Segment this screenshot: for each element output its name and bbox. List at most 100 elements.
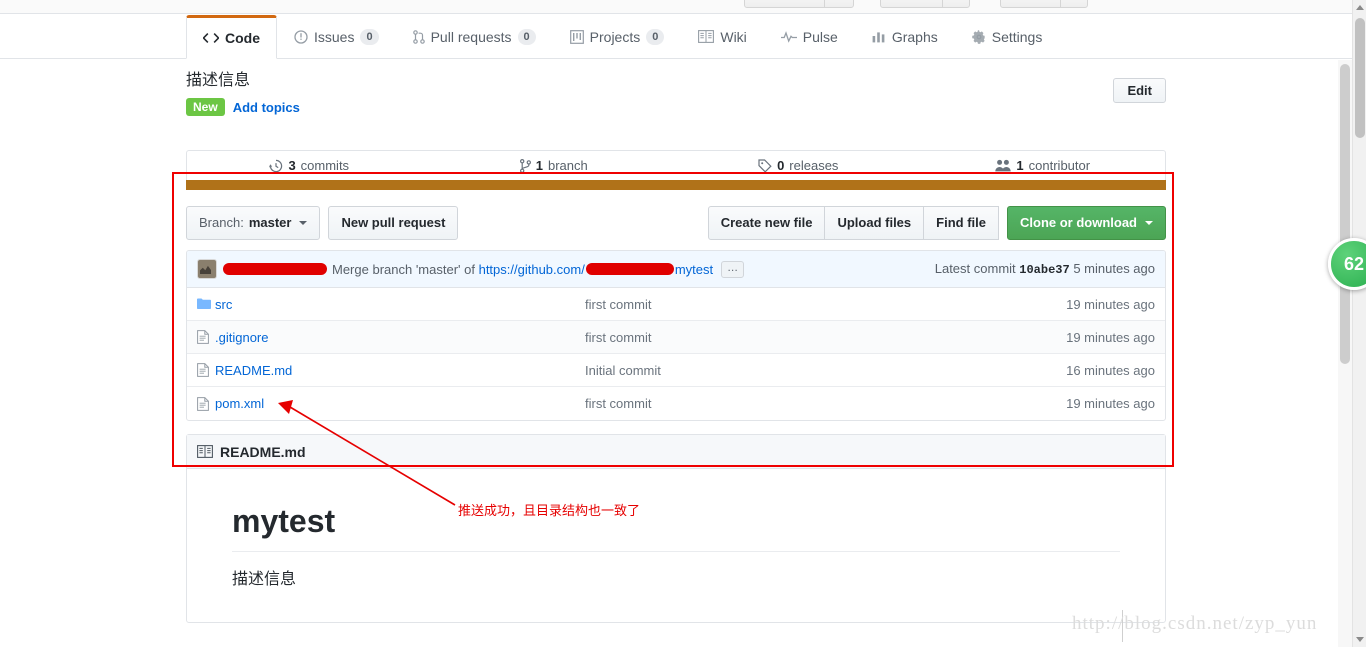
file-name[interactable]: .gitignore [215, 330, 585, 345]
inner-scrollbar[interactable] [1338, 60, 1352, 647]
file-directory-icon [197, 298, 215, 310]
language-segment-java[interactable] [186, 180, 1166, 190]
add-topics-link[interactable]: Add topics [233, 100, 300, 115]
latest-commit-prefix: Latest commit [934, 261, 1016, 276]
tab-wiki[interactable]: Wiki [681, 14, 763, 58]
new-pull-request-button[interactable]: New pull request [328, 206, 459, 240]
find-file-button[interactable]: Find file [923, 206, 999, 240]
upload-files-button[interactable]: Upload files [824, 206, 925, 240]
tab-settings[interactable]: Settings [955, 14, 1060, 58]
repo-nav: Code Issues 0 Pull requests 0 Projects 0… [0, 14, 1352, 59]
tab-graphs-label: Graphs [891, 28, 938, 45]
latest-commit-row: Merge branch 'master' of https://github.… [187, 251, 1165, 288]
topics-row: New Add topics [186, 98, 1166, 116]
repo-meta-container: 描述信息 New Add topics Edit [186, 70, 1166, 116]
tab-pull-requests[interactable]: Pull requests 0 [396, 14, 553, 58]
commit-author-redacted [223, 262, 327, 277]
table-row[interactable]: README.md Initial commit 16 minutes ago [187, 354, 1165, 387]
stat-commits-label: commits [300, 158, 350, 173]
tab-pulse[interactable]: Pulse [764, 14, 855, 58]
watch-button-partial[interactable] [744, 0, 854, 8]
tab-projects[interactable]: Projects 0 [553, 14, 682, 58]
browser-scrollbar-thumb[interactable] [1355, 18, 1365, 138]
readme-header-label: README.md [220, 443, 306, 460]
file-name[interactable]: src [215, 297, 585, 312]
toolbar-right-group: Create new file Upload files Find file C… [707, 206, 1166, 240]
inner-scrollbar-thumb[interactable] [1340, 64, 1350, 364]
scroll-down-arrow-icon[interactable] [1356, 637, 1364, 642]
stat-contributors[interactable]: 1 contributor [921, 151, 1166, 180]
issue-opened-icon [294, 29, 308, 44]
stat-contributors-count: 1 [1016, 158, 1024, 173]
book-icon [197, 445, 213, 458]
commit-message-link[interactable]: https://github.com/ [479, 262, 585, 277]
commit-message-suffix[interactable]: mytest [675, 262, 713, 277]
file-age: 19 minutes ago [1066, 329, 1155, 345]
latest-commit-age: 5 minutes ago [1073, 261, 1155, 276]
redaction-mark [223, 263, 327, 276]
code-icon [203, 31, 219, 45]
chevron-down-icon [299, 221, 308, 225]
gear-icon [971, 29, 986, 44]
tab-issues[interactable]: Issues 0 [277, 14, 396, 58]
commit-expand-button[interactable]: … [721, 260, 745, 278]
create-new-file-button[interactable]: Create new file [707, 206, 826, 240]
file-commit-message[interactable]: first commit [585, 297, 995, 312]
file-name[interactable]: pom.xml [215, 396, 585, 411]
stat-releases[interactable]: 0 releases [676, 151, 921, 180]
clone-or-download-label: Clone or download [1020, 215, 1137, 230]
tab-issues-label: Issues [314, 28, 355, 45]
file-commit-message[interactable]: first commit [585, 396, 995, 411]
fork-button-partial[interactable] [1000, 0, 1088, 8]
top-partial-button-strip [0, 0, 1352, 14]
chevron-down-icon [1145, 221, 1153, 225]
browser-scrollbar[interactable] [1352, 0, 1366, 647]
readme-panel: README.md mytest 描述信息 [186, 434, 1166, 623]
tab-pulse-label: Pulse [802, 28, 838, 45]
file-icon [197, 363, 215, 377]
file-icon [197, 330, 215, 344]
git-pull-request-icon [412, 29, 425, 44]
scroll-up-arrow-icon[interactable] [1356, 5, 1364, 10]
clone-or-download-button[interactable]: Clone or download [1007, 206, 1166, 240]
readme-body: mytest 描述信息 [187, 469, 1165, 622]
toolbar-left-group: Branch: master New pull request [186, 206, 459, 240]
branch-selector-button[interactable]: Branch: master [186, 206, 321, 240]
table-row[interactable]: .gitignore first commit 19 minutes ago [187, 321, 1165, 354]
floating-score-badge[interactable]: 62 [1328, 238, 1366, 290]
project-board-icon [569, 29, 584, 44]
table-row[interactable]: src first commit 19 minutes ago [187, 288, 1165, 321]
pulse-icon [780, 30, 797, 43]
file-commit-message[interactable]: Initial commit [585, 363, 995, 378]
file-name[interactable]: README.md [215, 363, 585, 378]
tab-issues-count: 0 [360, 28, 379, 45]
commit-message-prefix: Merge branch 'master' of [332, 261, 479, 277]
readme-title: mytest [232, 501, 1120, 552]
text-cursor [1122, 610, 1123, 642]
avatar[interactable] [197, 259, 217, 279]
branch-name-label: master [248, 215, 292, 230]
file-age: 16 minutes ago [1066, 362, 1155, 378]
commit-message: Merge branch 'master' of https://github.… [332, 262, 713, 277]
history-icon [269, 159, 283, 173]
star-button-partial[interactable] [880, 0, 970, 8]
tab-code[interactable]: Code [186, 15, 277, 59]
table-row[interactable]: pom.xml first commit 19 minutes ago [187, 387, 1165, 420]
tab-projects-count: 0 [646, 28, 665, 45]
file-commit-message[interactable]: first commit [585, 330, 995, 345]
repo-nav-tabs: Code Issues 0 Pull requests 0 Projects 0… [186, 13, 1060, 59]
latest-commit-sha[interactable]: 10abe37 [1019, 263, 1069, 277]
stat-branches[interactable]: 1 branch [432, 151, 677, 180]
stat-branches-label: branch [547, 158, 588, 173]
book-icon [698, 30, 715, 43]
stat-commits[interactable]: 3 commits [187, 151, 432, 180]
edit-button[interactable]: Edit [1113, 78, 1166, 103]
redaction-mark [585, 263, 674, 276]
tab-graphs[interactable]: Graphs [855, 14, 955, 58]
branch-prefix-label: Branch: [199, 215, 244, 230]
file-age: 19 minutes ago [1066, 296, 1155, 312]
tab-projects-label: Projects [589, 28, 641, 45]
repo-description: 描述信息 [186, 72, 251, 89]
readme-paragraph: 描述信息 [232, 571, 297, 588]
graph-icon [872, 30, 886, 43]
